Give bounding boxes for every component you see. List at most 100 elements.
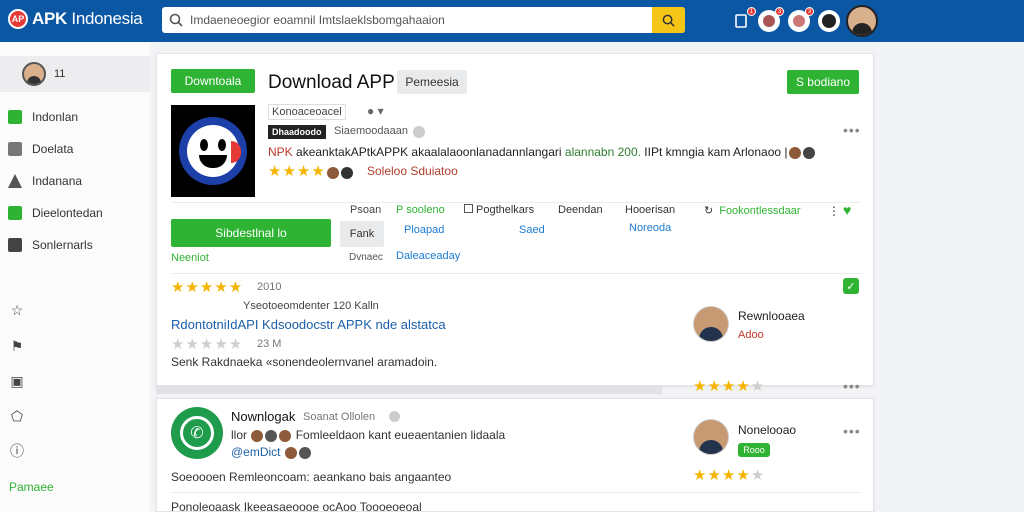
wishlist-note: Dvnaec (349, 252, 383, 263)
messages-icon[interactable]: 3 (758, 7, 784, 32)
page-title: Download APP (268, 72, 395, 93)
bookmark-icon[interactable]: 1 (730, 7, 756, 32)
sidebar-item-dieelontedan[interactable]: Dieelontedan (8, 206, 103, 220)
review-line: llor Fomleeldaon kant eueaentanien lidaa… (231, 428, 506, 442)
sidebar-square-icon (8, 142, 22, 156)
more-options-icon[interactable]: ••• (843, 378, 861, 394)
scroll-indicator[interactable] (156, 386, 662, 394)
user-avatar[interactable] (846, 5, 878, 37)
site-logo[interactable]: AP APK Indonesia (8, 9, 143, 29)
review-handle[interactable]: @emDict (231, 445, 312, 459)
logo-country: Indonesia (67, 9, 143, 28)
wishlist-button[interactable]: Fank (340, 221, 384, 247)
meta-toggle-icon[interactable]: ● ▾ (367, 104, 384, 118)
category-tag[interactable]: Pemeesia (397, 70, 467, 94)
info-column-head: Hooerisan (625, 204, 676, 216)
refresh-icon[interactable] (413, 126, 425, 138)
sidebar-footer-link[interactable]: Pamaee (9, 480, 54, 494)
app-rating-stars: ★★★★ (268, 162, 354, 180)
review-stars: ★★★★★ (171, 279, 244, 296)
app-detail-card: Downtoala Download APP Pemeesia S bodian… (156, 53, 874, 395)
search-bar (162, 7, 685, 33)
info-column-head: Deendan (558, 204, 603, 216)
reviewer-name[interactable]: Rewnlooaea (738, 309, 805, 323)
info-icon[interactable]: ⓘ (9, 443, 25, 459)
logo-mark-icon: AP (8, 9, 28, 29)
reviewer-name[interactable]: Nonelooao (738, 423, 796, 437)
review-date: Yseotoeomdenter 120 Kalln (243, 300, 379, 312)
sidebar-user-count: 11 (54, 68, 66, 80)
review-meta: Soanat Ollolen (303, 411, 376, 423)
reviewer-stars: ★★★★★ (693, 378, 766, 395)
heart-icon[interactable]: ♥ (843, 202, 851, 218)
refresh-small-icon: ↻ (704, 205, 714, 217)
review-title-link[interactable]: RdontotniIdAPI Kdsoodocstr APPK nde alst… (171, 317, 446, 332)
review-title: Nownlogak (231, 409, 296, 424)
search-button[interactable] (652, 7, 685, 33)
download-button[interactable]: Downtoala (171, 69, 255, 93)
search-input[interactable] (190, 8, 652, 32)
sidebar-item-label: Indanana (32, 174, 83, 188)
checkbox-icon (464, 204, 473, 213)
search-icon (162, 7, 190, 33)
sidebar-list-icon (8, 206, 22, 220)
sidebar-item-sonlernarls[interactable]: Sonlernarls (8, 238, 93, 252)
avatar (22, 62, 46, 86)
sidebar-item-label: Doelata (32, 142, 74, 156)
divider (171, 492, 861, 493)
sidebar-item-indonlan[interactable]: Indonlan (8, 110, 78, 124)
notification-count: 3 (775, 7, 784, 16)
reviewer-badge: Rooo (738, 443, 770, 457)
info-column-head: Pogthelkars (464, 204, 534, 216)
install-button[interactable]: Sibdestlnal lo (171, 219, 331, 247)
review-rating-value: 2010 (257, 281, 282, 293)
notification-count: 1 (747, 7, 756, 16)
avatar[interactable] (693, 306, 729, 342)
info-column-head: Psoan (350, 204, 382, 216)
info-column-head: P sooleno (396, 204, 445, 216)
sidebar-user[interactable]: 11 (0, 56, 150, 92)
sidebar-check-icon (8, 110, 22, 124)
sidebar-item-label: Sonlernarls (32, 238, 93, 252)
sidebar-item-label: Indonlan (32, 110, 79, 124)
more-options-icon[interactable]: ••• (843, 423, 861, 439)
sidebar-item-label: Dieelontedan (32, 206, 103, 220)
info-column-value[interactable]: Ploapad (404, 224, 444, 236)
sidebar-mountain-icon (8, 174, 22, 188)
info-column-value[interactable]: Saed (519, 224, 545, 236)
app-face-icon (179, 117, 247, 185)
more-vertical-icon[interactable]: ⋮ (828, 204, 840, 218)
alerts-icon[interactable]: 3 (788, 7, 814, 32)
sidebar: 11 Indonlan Doelata Indanana Dieelonteda… (0, 42, 150, 512)
flag-icon[interactable]: ⚑ (9, 338, 25, 354)
divider (171, 202, 861, 203)
info-column-head: ↻ Fookontlessdaar (704, 205, 801, 217)
developer-meta[interactable]: Konoaceoacel (268, 104, 346, 120)
review-body: Senk Rakdnaeka «sonendeolernvanel aramad… (171, 355, 438, 369)
star-icon[interactable]: ☆ (9, 302, 25, 318)
image-icon[interactable]: ▣ (9, 373, 25, 389)
top-navigation-bar: AP APK Indonesia 1 3 3 (0, 0, 1024, 42)
notification-count: 3 (805, 7, 814, 16)
sidebar-item-indanana[interactable]: Indanana (8, 174, 82, 188)
app-icon (171, 105, 255, 197)
divider (171, 273, 861, 274)
info-dot-icon (389, 411, 400, 422)
search-button-icon (662, 14, 675, 27)
review-sub-stars: ★★★★★ (171, 336, 244, 353)
reviewer-stars: ★★★★★ (693, 467, 766, 484)
info-extra-link[interactable]: Daleaceaday (396, 250, 460, 262)
more-options-icon[interactable]: ••• (843, 122, 861, 138)
review-sub-rating: 23 M (257, 338, 282, 350)
review-preview: Ponoleoaask Ikeeasaeoooe ocAoo Toooeoeoa… (171, 500, 422, 512)
install-note: Neeniot (171, 252, 209, 264)
logo-brand: APK (32, 9, 67, 28)
sidebar-item-doelata[interactable]: Doelata (8, 142, 73, 156)
profile-small-icon[interactable] (818, 10, 840, 32)
pentagon-icon[interactable]: ⬠ (9, 408, 25, 424)
app-description: NPK akeanktakAPtkAPPK akaalalaoonlanadan… (268, 145, 816, 159)
info-column-value[interactable]: Noreoda (629, 222, 671, 234)
top-right-action-button[interactable]: S bodiano (787, 70, 859, 94)
app-subtitle: Soleloo Sduiatoo (367, 164, 458, 178)
avatar[interactable] (693, 419, 729, 455)
